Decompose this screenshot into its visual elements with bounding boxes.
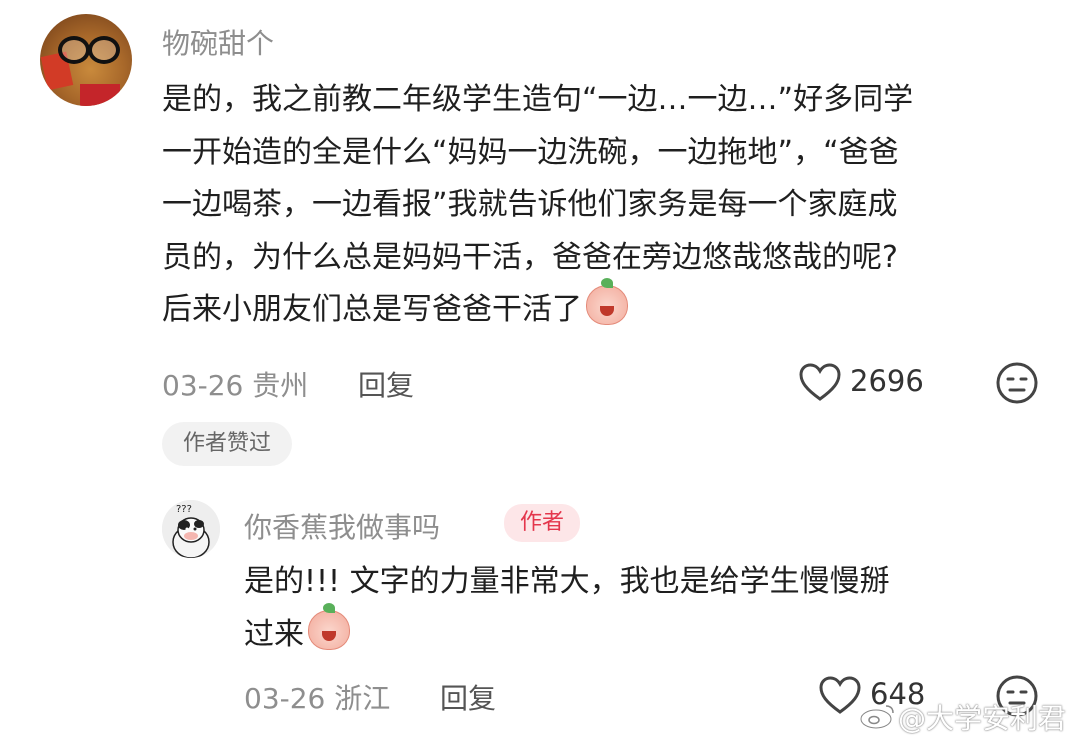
weibo-logo-icon [858,700,898,730]
cow-avatar-icon: ??? [162,500,220,558]
reply-line-text: 过来 [244,616,304,652]
reply-line: 是的!!! 文字的力量非常大，我也是给学生慢慢掰 [244,564,890,599]
heart-outline-icon [819,676,861,714]
dislike-button[interactable] [996,362,1038,404]
peach-laugh-cry-emoji [586,278,628,325]
comment-body: 是的，我之前教二年级学生造句“一边…一边…”好多同学 一开始造的全是什么“妈妈一… [162,74,1052,337]
neutral-face-icon [996,362,1038,404]
commenter-avatar[interactable] [40,14,132,106]
avatar-glasses [58,36,120,64]
like-button[interactable] [798,362,842,402]
commenter-username[interactable]: 物碗甜个 [162,22,274,62]
comment-line-text: 后来小朋友们总是写爸爸干活了 [162,292,582,327]
comment-reply-button[interactable]: 回复 [358,364,414,404]
heart-outline-icon [799,363,841,401]
reply-body: 是的!!! 文字的力量非常大，我也是给学生慢慢掰 过来 [244,556,1044,661]
comment-line: 是的，我之前教二年级学生造句“一边…一边…”好多同学 [162,82,914,117]
comment-line: 后来小朋友们总是写爸爸干活了 [162,278,1052,337]
svg-text:???: ??? [176,504,192,515]
reply-reply-button[interactable]: 回复 [440,677,496,717]
author-tag-badge: 作者 [504,504,580,542]
reply-line: 过来 [244,602,1044,662]
peach-cover-mouth-emoji [308,602,350,650]
author-liked-badge: 作者赞过 [162,422,292,466]
comment-line: 一开始造的全是什么“妈妈一边洗碗，一边拖地”，“爸爸 [162,134,899,170]
reply-date-location: 03-26 浙江 [244,682,391,715]
replier-avatar[interactable]: ??? [162,500,220,558]
reply-like-button[interactable] [818,675,862,715]
comment-line: 员的，为什么总是妈妈干活，爸爸在旁边悠哉悠哉的呢? [162,239,898,275]
comment-date-location: 03-26 贵州 [162,369,309,402]
comment-line: 一边喝茶，一边看报”我就告诉他们家务是每一个家庭成 [162,187,898,222]
like-count: 2696 [850,364,924,398]
avatar-red-cloth [80,84,120,106]
replier-username[interactable]: 你香蕉我做事吗 [244,506,440,546]
watermark-text: @大学安利君 [898,702,1067,735]
